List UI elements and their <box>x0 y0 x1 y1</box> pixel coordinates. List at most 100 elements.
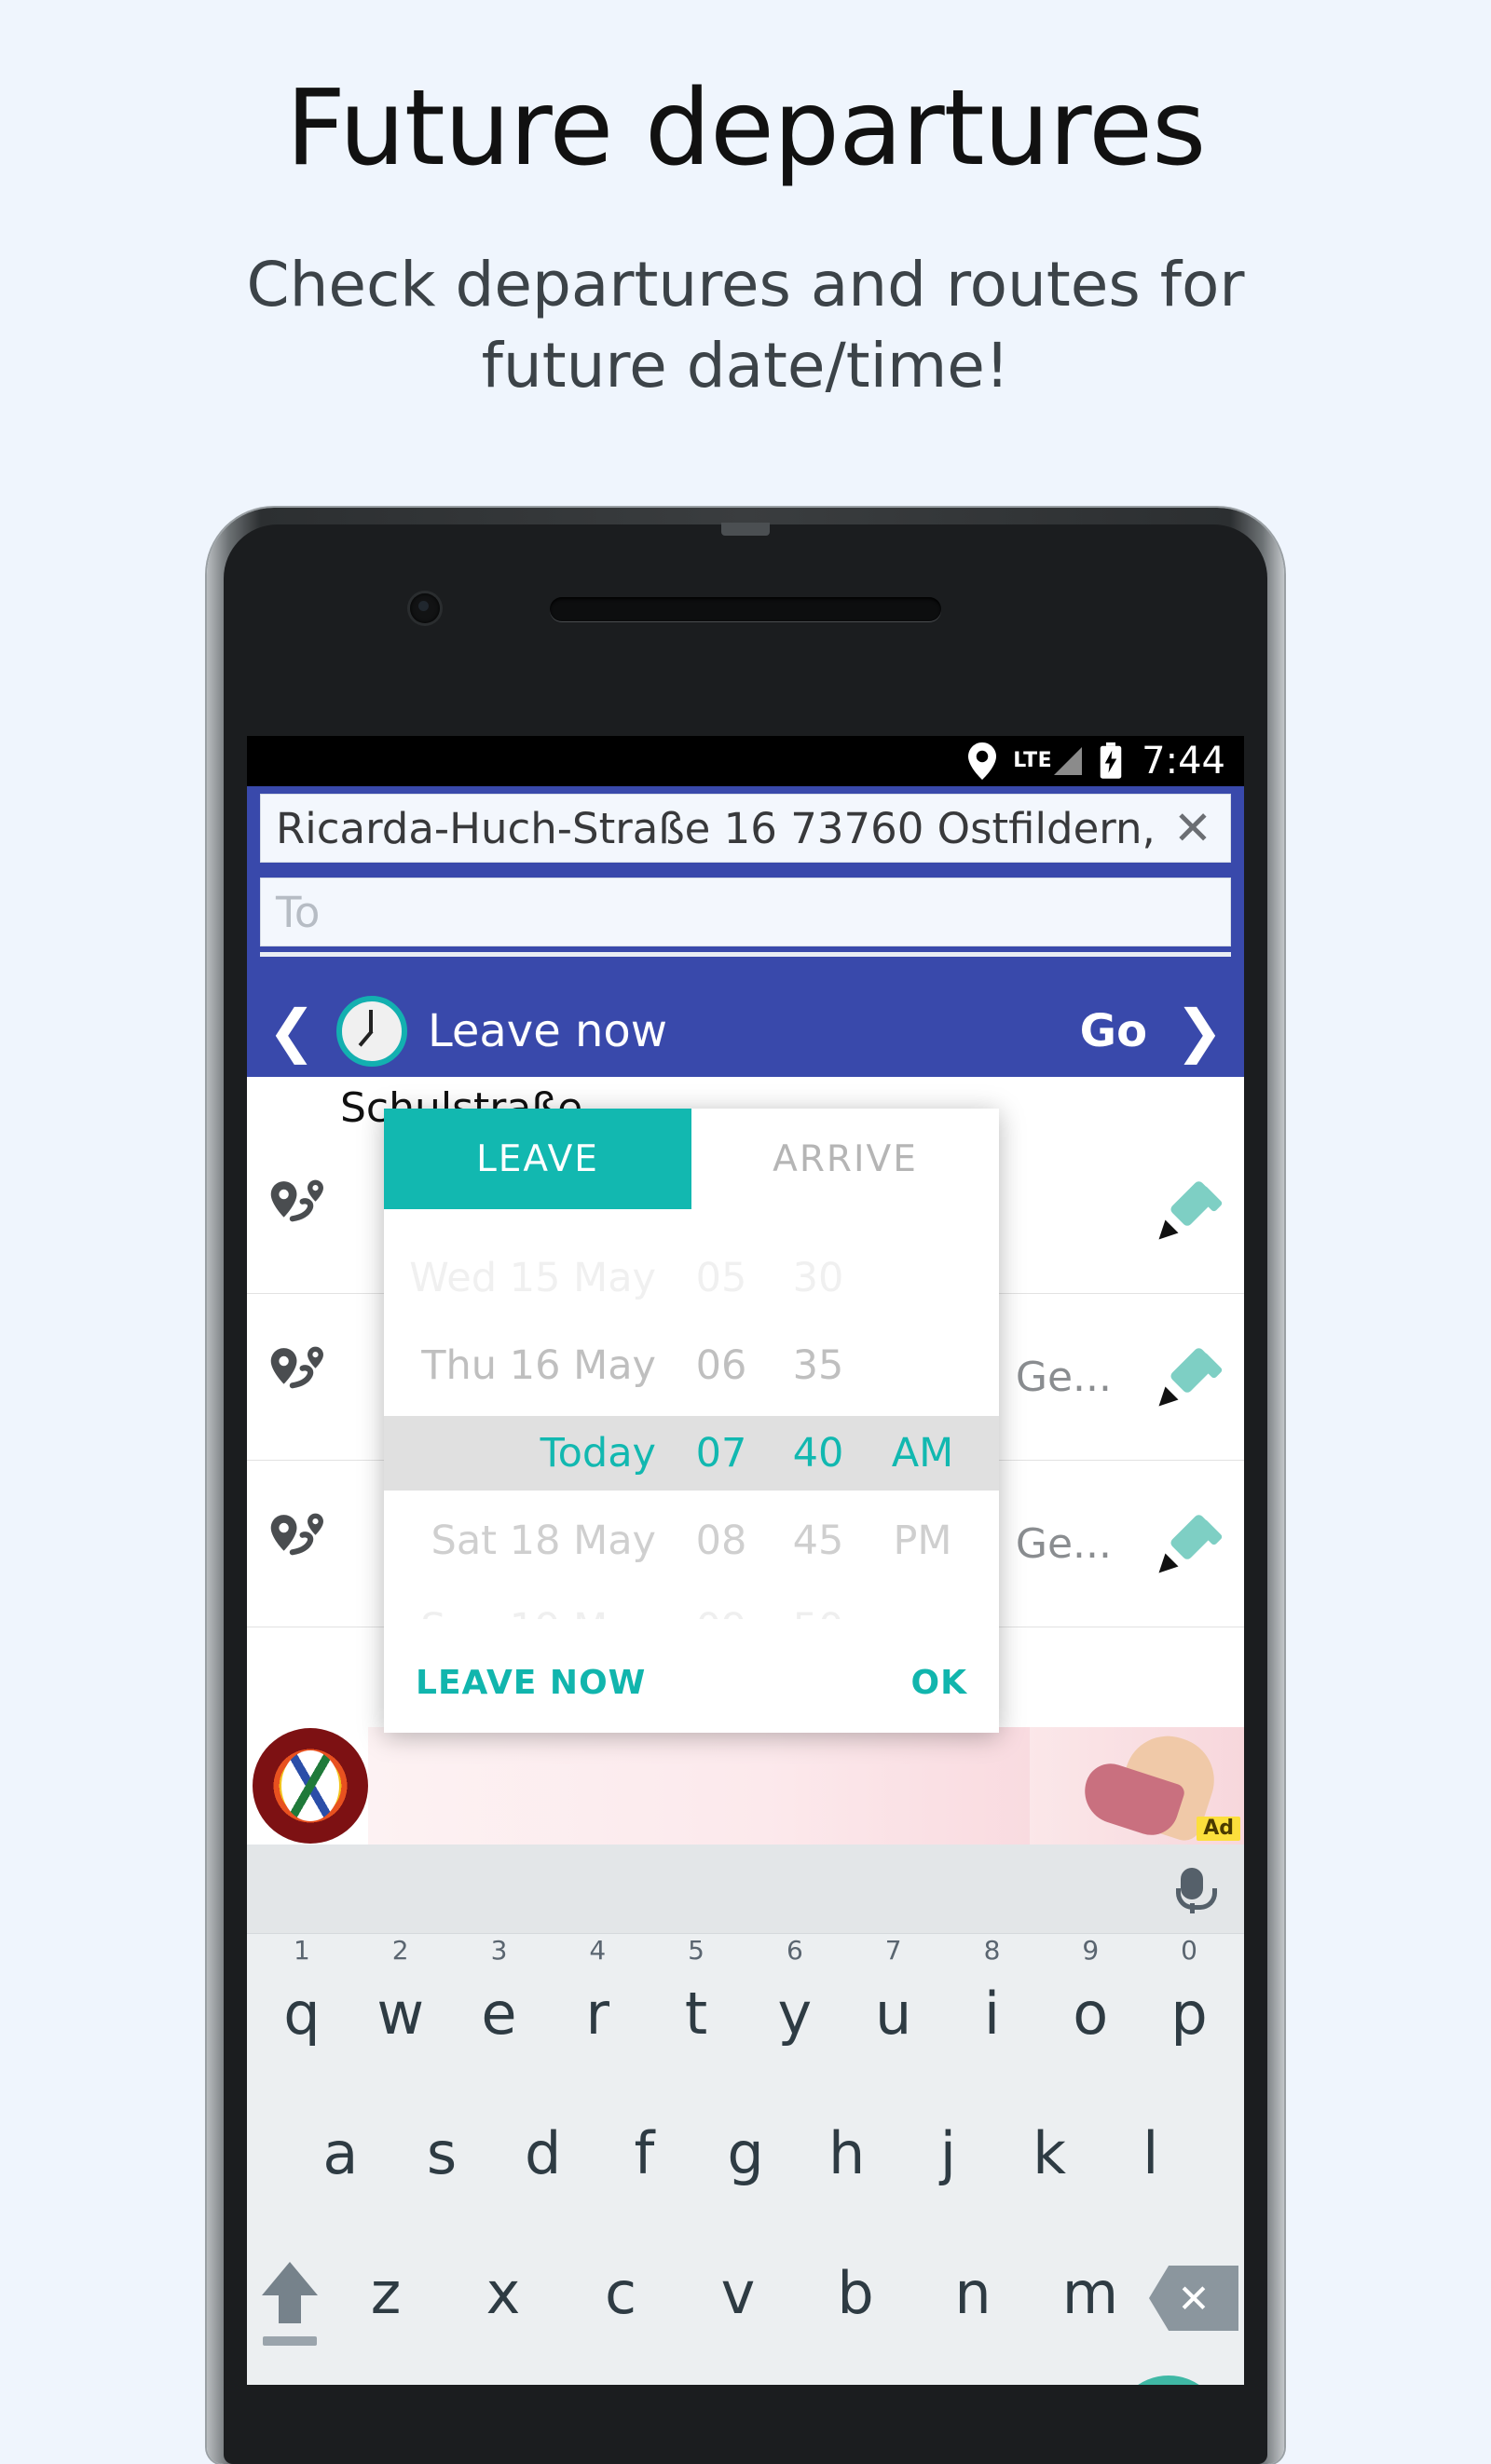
key-t-number: 5 <box>688 1935 704 1966</box>
key-o[interactable]: 9o <box>1041 1935 1140 2081</box>
route-pin-icon <box>247 1176 349 1245</box>
pencil-icon[interactable] <box>1132 1338 1244 1416</box>
onscreen-keyboard: 1q 2w 3e 4r 5t 6y 7u 8i 9o 0p a s d f g … <box>247 1845 1244 2385</box>
keyboard-row-1: 1q 2w 3e 4r 5t 6y 7u 8i 9o 0p <box>247 1934 1244 2081</box>
status-bar: LTE 7:44 <box>247 736 1244 786</box>
key-u-number: 7 <box>884 1935 902 1966</box>
key-t-letter: t <box>684 1980 708 2048</box>
ad-badge: Ad <box>1197 1817 1240 1841</box>
picker-wheels[interactable]: Wed 15 May 05 30 Thu 16 May 06 35 Today … <box>384 1209 999 1619</box>
key-c[interactable]: c <box>562 2259 679 2361</box>
key-l[interactable]: l <box>1100 2119 1201 2221</box>
key-o-letter: o <box>1073 1980 1109 2048</box>
chevron-left-icon[interactable]: ❮ <box>247 1002 336 1060</box>
picker-minute: 45 <box>792 1518 844 1564</box>
key-t[interactable]: 5t <box>647 1935 746 2081</box>
picker-minute: 50 <box>770 1605 867 1619</box>
key-j[interactable]: j <box>897 2119 999 2221</box>
earpiece-speaker <box>550 597 941 621</box>
search-appbar: Ricarda-Huch-Straße 16 73760 Ostfildern,… <box>247 786 1244 986</box>
go-button[interactable]: Go <box>1080 1005 1155 1057</box>
status-bar-clock: 7:44 <box>1142 740 1225 783</box>
leave-now-button[interactable]: LEAVE NOW <box>416 1664 646 1702</box>
clear-icon[interactable]: ✕ <box>1156 801 1230 855</box>
key-m[interactable]: m <box>1032 2259 1149 2361</box>
microphone-icon[interactable] <box>1176 1867 1217 1913</box>
key-h[interactable]: h <box>796 2119 897 2221</box>
key-o-number: 9 <box>1082 1935 1100 1966</box>
keyboard-suggestion-strip <box>247 1845 1244 1934</box>
picker-date: Sun 19 May <box>384 1605 673 1619</box>
page-title: Future departures <box>285 68 1207 189</box>
field-underline <box>260 952 1231 957</box>
picker-row[interactable]: Thu 16 May 06 35 <box>384 1328 999 1403</box>
picker-date: Today <box>540 1430 656 1477</box>
backspace-icon[interactable]: ✕ <box>1149 2266 1238 2331</box>
key-u[interactable]: 7u <box>844 1935 943 2081</box>
tab-arrive[interactable]: ARRIVE <box>691 1109 999 1209</box>
key-e-letter: e <box>481 1980 517 2048</box>
key-s[interactable]: s <box>391 2119 493 2221</box>
picker-hour: 07 <box>695 1430 747 1477</box>
chevron-right-icon[interactable]: ❯ <box>1155 1002 1244 1060</box>
clock-icon[interactable] <box>335 996 407 1067</box>
key-p[interactable]: 0p <box>1140 1935 1238 2081</box>
key-a[interactable]: a <box>290 2119 391 2221</box>
key-e-number: 3 <box>490 1935 508 1966</box>
key-q[interactable]: 1q <box>253 1935 351 2081</box>
dialog-actions: LEAVE NOW OK <box>384 1632 999 1733</box>
picker-row[interactable]: Sun 19 May 09 50 <box>384 1591 999 1619</box>
phone-screen: LTE 7:44 Ricarda-Huch-Straße 16 73760 Os… <box>247 736 1244 2385</box>
picker-row-selected[interactable]: Today 07 40 AM <box>384 1416 999 1491</box>
picker-row[interactable]: Wed 15 May 05 30 <box>384 1241 999 1315</box>
picker-minute: 40 <box>792 1430 844 1477</box>
to-input[interactable]: To <box>261 888 1230 937</box>
phone-top-sensor <box>721 523 770 536</box>
ad-content <box>368 1727 1030 1845</box>
shift-icon[interactable] <box>253 2262 327 2346</box>
key-b[interactable]: b <box>797 2259 914 2361</box>
key-f[interactable]: f <box>594 2119 695 2221</box>
picker-tabs: LEAVE ARRIVE <box>384 1109 999 1209</box>
to-field[interactable]: To <box>260 878 1231 946</box>
time-toolbar: ❮ Leave now Go ❯ <box>247 986 1244 1077</box>
key-z[interactable]: z <box>327 2259 445 2361</box>
enter-arrow-icon[interactable]: ❯ <box>1114 2376 1224 2385</box>
leave-now-label[interactable]: Leave now <box>428 1005 1080 1057</box>
location-pin-icon <box>968 742 997 780</box>
key-r[interactable]: 4r <box>548 1935 647 2081</box>
key-i-number: 8 <box>983 1935 1001 1966</box>
key-d[interactable]: d <box>492 2119 594 2221</box>
from-field[interactable]: Ricarda-Huch-Straße 16 73760 Ostfildern,… <box>260 794 1231 863</box>
key-x[interactable]: x <box>445 2259 562 2361</box>
ad-banner[interactable]: Ad <box>247 1727 1244 1845</box>
picker-date: Wed 15 May <box>409 1255 656 1301</box>
picker-minute: 30 <box>792 1255 844 1301</box>
network-label: LTE <box>1013 749 1053 772</box>
pencil-icon[interactable] <box>1132 1171 1244 1249</box>
key-k[interactable]: k <box>999 2119 1101 2221</box>
key-v[interactable]: v <box>679 2259 797 2361</box>
key-y-letter: y <box>777 1980 813 2048</box>
key-u-letter: u <box>875 1980 912 2048</box>
key-g[interactable]: g <box>695 2119 797 2221</box>
route-pin-icon <box>247 1509 349 1578</box>
pencil-icon[interactable] <box>1132 1504 1244 1583</box>
key-w[interactable]: 2w <box>351 1935 450 2081</box>
tab-leave[interactable]: LEAVE <box>384 1109 691 1209</box>
picker-row[interactable]: Sat 18 May 08 45 PM <box>384 1504 999 1578</box>
from-input[interactable]: Ricarda-Huch-Straße 16 73760 Ostfildern,… <box>261 804 1156 853</box>
ok-button[interactable]: OK <box>911 1664 968 1702</box>
key-i[interactable]: 8i <box>943 1935 1042 2081</box>
picker-hour: 08 <box>695 1518 747 1564</box>
picker-ampm: AM <box>891 1430 954 1477</box>
key-y-number: 6 <box>786 1935 803 1966</box>
key-q-number: 1 <box>293 1935 310 1966</box>
picker-date: Sat 18 May <box>431 1518 656 1564</box>
key-y[interactable]: 6y <box>746 1935 844 2081</box>
key-e[interactable]: 3e <box>450 1935 549 2081</box>
picker-hour: 09 <box>673 1605 770 1619</box>
key-i-letter: i <box>983 1980 1001 2048</box>
key-w-letter: w <box>376 1980 425 2048</box>
key-n[interactable]: n <box>914 2259 1032 2361</box>
